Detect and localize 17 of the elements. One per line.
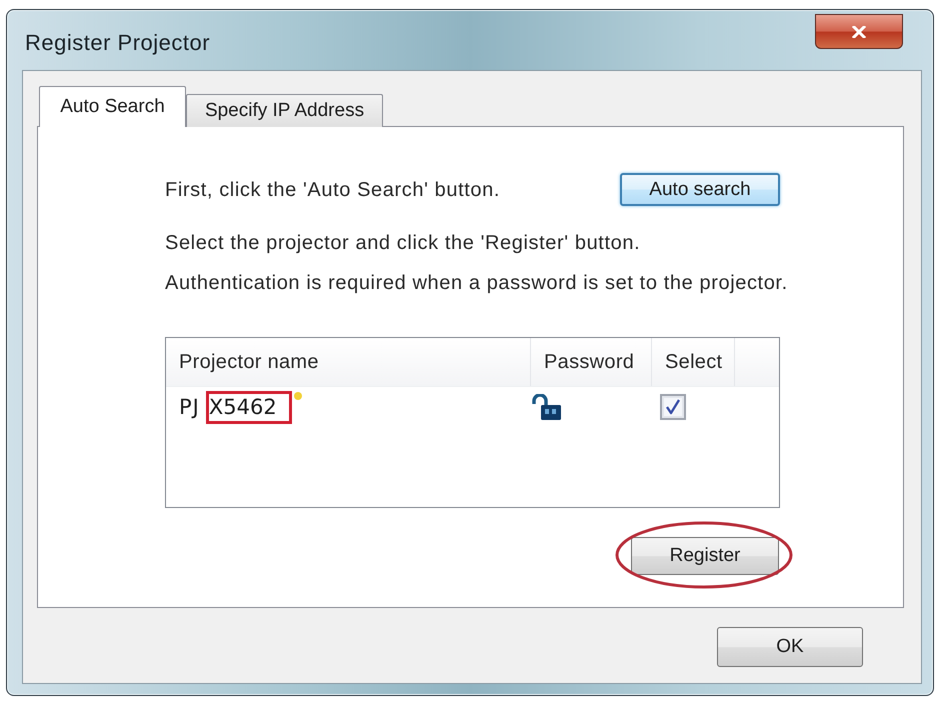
tab[interactable]: Auto Search [39, 86, 186, 127]
highlighted-model-number: X5462 [206, 390, 292, 424]
window-title: Register Projector [25, 30, 210, 56]
close-button[interactable] [815, 14, 903, 49]
column-header[interactable]: Select [652, 338, 735, 386]
column-header[interactable]: Password [531, 338, 652, 386]
instruction-text: Authentication is required when a password is set to the projector. [165, 272, 788, 294]
ok-button[interactable]: OK [717, 627, 863, 667]
register-button[interactable]: Register [631, 537, 779, 575]
instruction-text: Select the projector and click the 'Register' button. [165, 232, 640, 254]
select-checkbox[interactable] [660, 394, 686, 420]
tab[interactable]: Specify IP Address [186, 94, 383, 127]
projector-name: PJ [179, 394, 200, 420]
close-icon [852, 26, 866, 38]
instruction-text: First, click the 'Auto Search' button. [165, 178, 500, 200]
column-header[interactable]: Projector name [166, 338, 531, 386]
auto-search-button[interactable]: Auto search [620, 173, 780, 206]
